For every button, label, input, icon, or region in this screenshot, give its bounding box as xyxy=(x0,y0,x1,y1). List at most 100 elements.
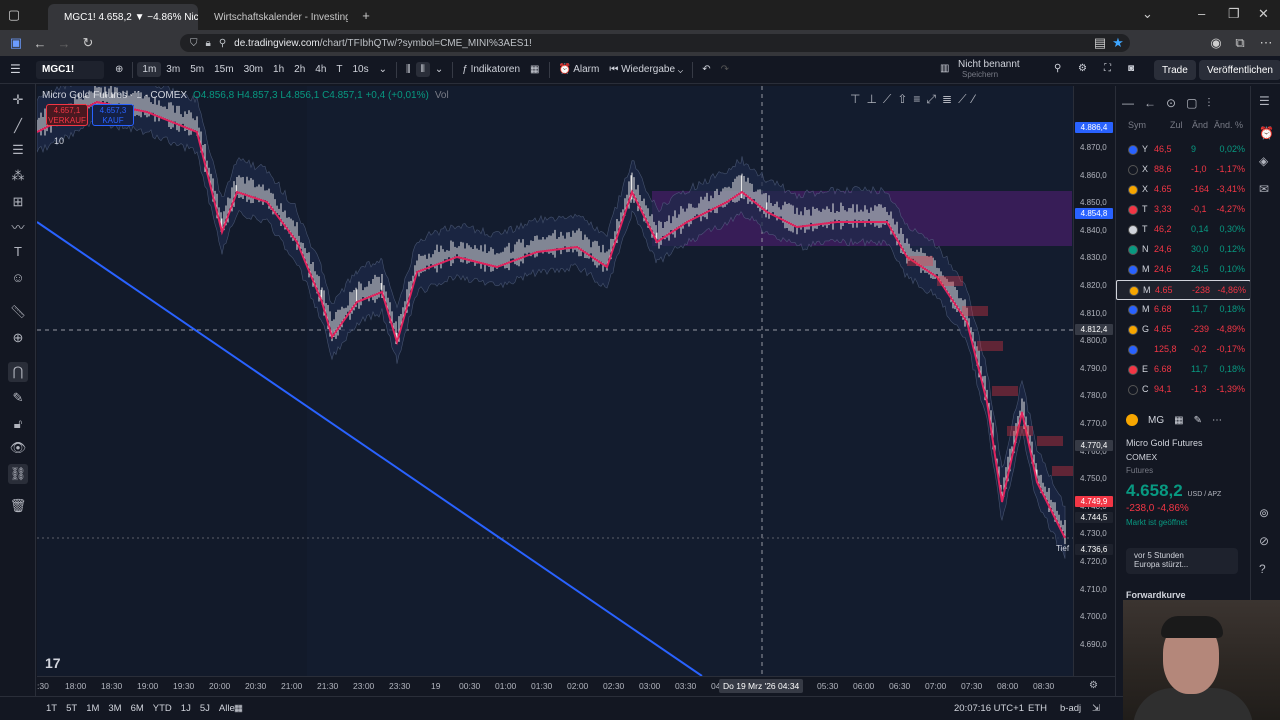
replay-button[interactable]: ⏮ Wiedergabe ⌄ xyxy=(604,64,688,75)
more-icon[interactable]: ⋯ xyxy=(1212,415,1222,426)
col-last[interactable]: Zul xyxy=(1170,120,1183,130)
candle-style-icon[interactable]: ⫴ xyxy=(415,62,430,77)
tab-investing[interactable]: Wirtschaftskalender - Investing ✕ xyxy=(198,4,348,30)
chevron-down-icon[interactable]: ⌄ xyxy=(374,64,392,75)
split-icon[interactable]: ⫶ xyxy=(1207,96,1210,111)
chat-icon[interactable]: ✉ xyxy=(1259,182,1269,196)
back-icon[interactable]: ← xyxy=(28,36,52,51)
indicators-button[interactable]: ƒ Indikatoren xyxy=(457,64,525,75)
watchlist-row[interactable]: G 4.65 -239 -4,89% xyxy=(1116,320,1251,340)
browser-menu-icon[interactable]: ⋯ xyxy=(1254,35,1278,51)
watchlist-row[interactable]: N 24,6 30,0 0,12% xyxy=(1116,240,1251,260)
rect-icon[interactable]: ▢ xyxy=(1186,96,1197,111)
watchlist-row[interactable]: C 94,1 -1,3 -1,39% xyxy=(1116,380,1251,400)
arrow-left-icon[interactable]: ← xyxy=(1144,96,1156,111)
interval-30m[interactable]: 30m xyxy=(239,64,268,75)
camera-icon[interactable]: ◙ xyxy=(1128,63,1134,74)
measure-icon[interactable]: ⤢ xyxy=(926,92,936,107)
text-icon[interactable]: T xyxy=(8,242,28,262)
target-icon[interactable]: ⊙ xyxy=(1166,96,1176,111)
watchlist-row[interactable]: X 88,6 -1,0 -1,17% xyxy=(1116,160,1251,180)
search-icon[interactable]: ⚲ xyxy=(1054,63,1061,74)
clock[interactable]: 20:07:16 UTC+1 xyxy=(954,703,1024,714)
extended-line-icon[interactable]: ⁄ xyxy=(972,92,974,107)
tv-menu-icon[interactable]: ☰ xyxy=(10,62,21,76)
interval-1m[interactable]: 1m xyxy=(137,62,162,77)
watchlist-row[interactable]: M 6.68 11,7 0,18% xyxy=(1116,300,1251,320)
brush-icon[interactable]: 〰 xyxy=(8,218,28,238)
watchlist-row[interactable]: E 6.68 11,7 0,18% xyxy=(1116,360,1251,380)
watchlist-row[interactable]: T 3,33 -0,1 -4,27% xyxy=(1116,200,1251,220)
watchlist-row[interactable]: 125,8 -0,2 -0,17% xyxy=(1116,340,1251,360)
watchlist-row[interactable]: M 4.65 -238 -4,86% xyxy=(1116,280,1251,300)
layout-icon[interactable]: ▥ xyxy=(940,63,949,74)
gear-icon[interactable]: ⚙ xyxy=(1078,63,1087,74)
close-window-icon[interactable]: ✕ xyxy=(1258,6,1269,22)
watchlist-row[interactable]: T 46,2 0,14 0,30% xyxy=(1116,220,1251,240)
layers-icon[interactable]: ◈ xyxy=(1259,154,1268,168)
hline-icon[interactable]: ⊤ xyxy=(850,92,860,107)
layout-name[interactable]: Nicht benannt Speichern xyxy=(958,60,1020,80)
buy-button[interactable]: 4.657,3 KAUF xyxy=(92,104,134,126)
col-symbol[interactable]: Sym xyxy=(1128,120,1146,130)
grid-icon[interactable]: ▦ xyxy=(1174,415,1183,426)
edit-icon[interactable]: ✎ xyxy=(1194,415,1202,426)
lock-icon[interactable]: 🔓︎ xyxy=(8,414,28,434)
range-1t[interactable]: 1T xyxy=(46,703,57,714)
redo-icon[interactable]: ↷ xyxy=(716,64,734,75)
adjustment[interactable]: b-adj xyxy=(1060,703,1081,714)
bar-style-icon[interactable]: ⫼ xyxy=(401,64,416,75)
interval-t[interactable]: T xyxy=(331,64,347,75)
emoji-icon[interactable]: ☺ xyxy=(8,268,28,288)
collapse-icon[interactable]: ⇲ xyxy=(1092,703,1100,714)
sell-button[interactable]: 4.657,1 VERKAUF xyxy=(46,104,88,126)
compare-icon[interactable]: ⊕ xyxy=(110,64,128,75)
projection-icon[interactable]: ⊞ xyxy=(8,192,28,212)
range-alle[interactable]: Alle xyxy=(219,703,235,714)
extensions-icon[interactable]: ⧉ xyxy=(1228,35,1252,51)
watchlist-row[interactable]: Y 46,5 9 0,02% xyxy=(1116,140,1251,160)
minimize-icon[interactable]: – xyxy=(1198,6,1205,21)
calendar-icon[interactable]: ▦ xyxy=(234,703,243,714)
range-1j[interactable]: 1J xyxy=(181,703,191,714)
range-ytd[interactable]: YTD xyxy=(153,703,172,714)
reload-icon[interactable]: ↻ xyxy=(76,35,100,51)
session[interactable]: ETH xyxy=(1028,703,1047,714)
bookmark-star-icon[interactable]: ★ xyxy=(1106,35,1130,51)
price-axis[interactable]: 4.870,0 4.860,0 4.850,0 4.840,0 4.830,0 4.820… xyxy=(1056,86,1115,676)
magnet-icon[interactable]: ⋂ xyxy=(8,362,28,382)
tab-tradingview[interactable]: MGC1! 4.658,2 ▼ −4.86% Nicht ✕ xyxy=(48,4,198,30)
channel-icon[interactable]: ≣ xyxy=(942,92,952,107)
fullscreen-icon[interactable]: ⛶ xyxy=(1104,63,1111,74)
trendline-icon[interactable]: ╱ xyxy=(8,116,28,136)
tab-menu-icon[interactable]: ▢ xyxy=(2,7,26,23)
interval-15m[interactable]: 15m xyxy=(209,64,238,75)
path-icon[interactable]: ⟋ xyxy=(883,92,891,107)
templates-icon[interactable]: ▦ xyxy=(525,64,544,75)
range-5t[interactable]: 5T xyxy=(66,703,77,714)
watchlist-icon[interactable]: ☰ xyxy=(1259,94,1270,108)
symbol-search[interactable]: MGC1! xyxy=(36,60,104,79)
news-item[interactable]: vor 5 Stunden Europa stürzt... xyxy=(1126,548,1238,574)
sidebar-icon[interactable]: ▣ xyxy=(4,35,28,51)
interval-2h[interactable]: 2h xyxy=(289,64,310,75)
lock-draw-icon[interactable]: ✎ xyxy=(8,388,28,408)
help-icon[interactable]: ? xyxy=(1259,562,1266,576)
order-quantity[interactable]: 10 xyxy=(54,136,64,146)
range-6m[interactable]: 6M xyxy=(131,703,144,714)
price-chart[interactable]: 17 xyxy=(37,86,1073,676)
new-tab-button[interactable]: + xyxy=(354,8,378,23)
crosshair-icon[interactable]: ✛ xyxy=(8,90,28,110)
fib-icon[interactable]: ☰ xyxy=(8,140,28,160)
range-5j[interactable]: 5J xyxy=(200,703,210,714)
pattern-icon[interactable]: ⁂ xyxy=(8,166,28,186)
arrow-up-icon[interactable]: ⇧ xyxy=(897,92,907,107)
eye-icon[interactable]: 👁︎ xyxy=(8,438,28,458)
vline-icon[interactable]: ⊥ xyxy=(866,92,876,107)
profile-icon[interactable]: ◉ xyxy=(1204,35,1228,51)
alerts-icon[interactable]: ⏰ xyxy=(1259,126,1274,140)
line-tool-icon[interactable]: — xyxy=(1122,96,1134,111)
axis-settings-icon[interactable]: ⚙ xyxy=(1089,680,1098,691)
watchlist-row[interactable]: M 24,6 24,5 0,10% xyxy=(1116,260,1251,280)
interval-10s[interactable]: 10s xyxy=(348,64,374,75)
